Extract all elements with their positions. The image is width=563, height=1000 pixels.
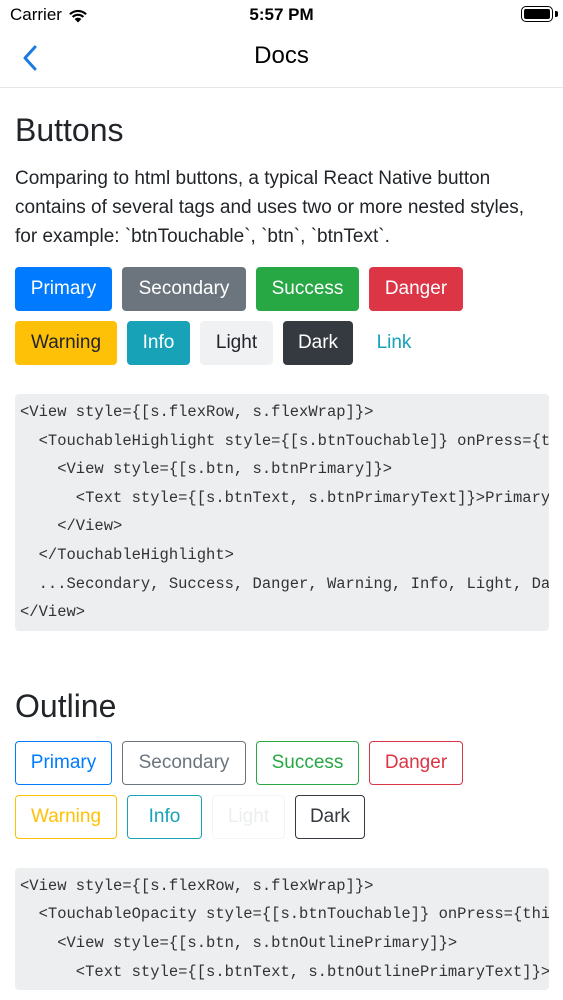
code-line: <View style={[s.btn, s.btnPrimary]}> [20,460,393,479]
dark-button[interactable]: Dark [283,321,353,365]
outline-warning-button[interactable]: Warning [15,794,117,839]
code-line: <Text style={[s.btnText, s.btnOutlinePri… [75,962,549,981]
code-line: <TouchableHighlight style={[s.btnTouchab… [38,431,549,450]
buttons-section-description: Comparing to html buttons, a typical Rea… [15,168,525,247]
buttons-row: Primary Secondary Success Danger Warning… [15,267,549,365]
secondary-button[interactable]: Secondary [122,267,246,311]
buttons-code-example: <View style={[s.flexRow, s.flexWrap]}> <… [15,394,549,631]
docs-content[interactable]: Buttons Comparing to html buttons, a typ… [15,89,549,991]
outline-section-title: Outline [15,687,117,724]
code-line: <TouchableOpacity style={[s.btnTouchable… [38,905,549,924]
code-line: </TouchableHighlight> [20,545,234,564]
danger-button[interactable]: Danger [369,267,463,311]
buttons-section-title: Buttons [15,112,124,148]
code-line: </View> [20,603,86,622]
success-button[interactable]: Success [256,267,359,311]
battery-level-fill [524,9,550,19]
code-line: <View style={[s.flexRow, s.flexWrap]}> [20,876,374,895]
outline-light-button[interactable]: Light [212,794,285,839]
code-line: </View> [20,517,123,536]
code-line: <View style={[s.flexRow, s.flexWrap]}> [20,403,374,421]
battery-icon [521,6,553,22]
battery-tip [555,11,558,17]
status-bar: Carrier 5:57 PM [0,0,563,30]
code-line: <View style={[s.btn, s.btnOutlinePrimary… [20,933,458,952]
light-button[interactable]: Light [200,321,273,365]
outline-danger-button[interactable]: Danger [369,740,463,785]
navigation-bar: Docs [0,30,563,88]
outline-dark-button[interactable]: Dark [295,794,365,839]
info-button[interactable]: Info [127,321,190,365]
outline-primary-button[interactable]: Primary [15,740,112,785]
nav-title: Docs [254,42,309,69]
warning-button[interactable]: Warning [15,321,117,365]
link-button[interactable]: Link [363,321,425,365]
code-line: ...Secondary, Success, Danger, Warning, … [38,574,549,593]
outline-success-button[interactable]: Success [256,740,359,785]
code-line: <Text style={[s.btnText, s.btnPrimaryTex… [75,488,549,507]
outline-info-button[interactable]: Info [127,794,202,839]
primary-button[interactable]: Primary [15,267,112,311]
outline-buttons-row: Primary Secondary Success Danger Warning… [15,740,549,839]
outline-code-example: <View style={[s.flexRow, s.flexWrap]}> <… [15,867,549,991]
status-clock: 5:57 PM [249,5,314,24]
outline-secondary-button[interactable]: Secondary [122,740,246,785]
